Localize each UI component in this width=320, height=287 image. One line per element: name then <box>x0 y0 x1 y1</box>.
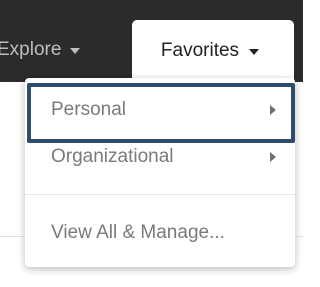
chevron-right-icon <box>270 105 276 115</box>
chevron-right-icon <box>270 152 276 162</box>
explore-nav-item[interactable]: Explore <box>0 36 81 64</box>
favorites-dropdown-menu: Personal Organizational View All & Manag… <box>25 78 295 267</box>
menu-item-view-all-manage[interactable]: View All & Manage... <box>25 216 295 250</box>
chevron-down-icon <box>70 48 81 54</box>
chevron-down-icon <box>249 48 260 55</box>
menu-item-label: Organizational <box>51 146 174 167</box>
favorites-label: Favorites <box>160 40 240 61</box>
app-screen: Explore Favorites Personal Organizationa… <box>0 0 303 287</box>
menu-item-label: View All & Manage... <box>51 222 225 243</box>
menu-item-organizational[interactable]: Organizational <box>25 140 295 174</box>
menu-divider <box>25 194 295 195</box>
menu-item-label: Personal <box>51 99 126 120</box>
explore-label: Explore <box>0 39 62 60</box>
favorites-tab[interactable]: Favorites <box>132 20 294 82</box>
menu-item-personal[interactable]: Personal <box>25 80 295 140</box>
